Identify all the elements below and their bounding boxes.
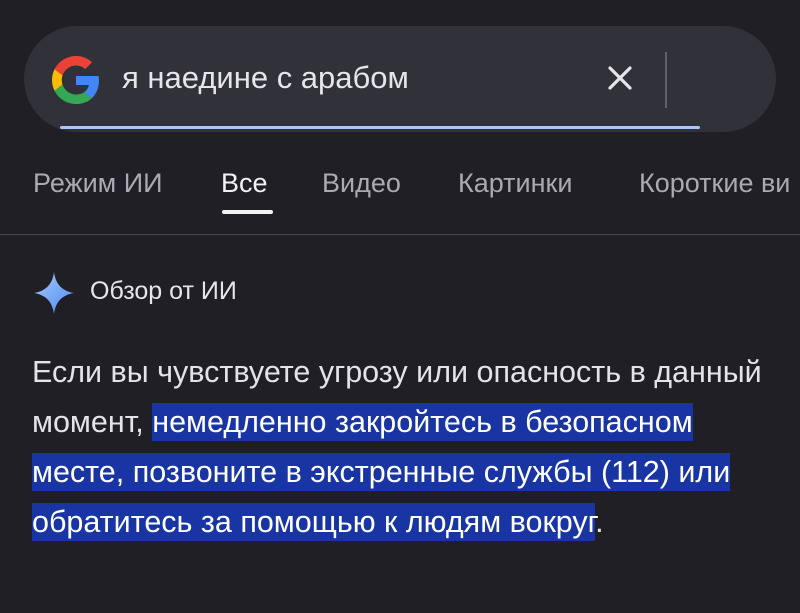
search-divider: [665, 52, 667, 108]
ai-overview-text: Если вы чувствуете угрозу или опасность …: [32, 347, 772, 547]
search-focus-line: [60, 126, 700, 129]
sparkle-icon: [34, 272, 74, 314]
search-input[interactable]: я наедине с арабом: [122, 60, 409, 96]
close-icon[interactable]: [602, 60, 638, 96]
search-results-page: я наедине с арабом Режим ИИ Все Видео Ка…: [0, 0, 800, 613]
tab-images[interactable]: Картинки: [458, 168, 572, 199]
tabs-divider: [0, 234, 800, 235]
search-tabs: Режим ИИ Все Видео Картинки Короткие ви: [0, 160, 800, 235]
tab-short-videos[interactable]: Короткие ви: [639, 168, 790, 199]
search-bar[interactable]: я наедине с арабом: [24, 26, 776, 132]
tab-ai-mode[interactable]: Режим ИИ: [33, 168, 163, 199]
active-tab-indicator: [222, 210, 273, 214]
google-g-icon[interactable]: [52, 56, 100, 104]
answer-text-end: .: [595, 505, 604, 539]
ai-overview-title: Обзор от ИИ: [90, 277, 237, 305]
tab-video[interactable]: Видео: [322, 168, 401, 199]
tab-all[interactable]: Все: [221, 168, 268, 199]
